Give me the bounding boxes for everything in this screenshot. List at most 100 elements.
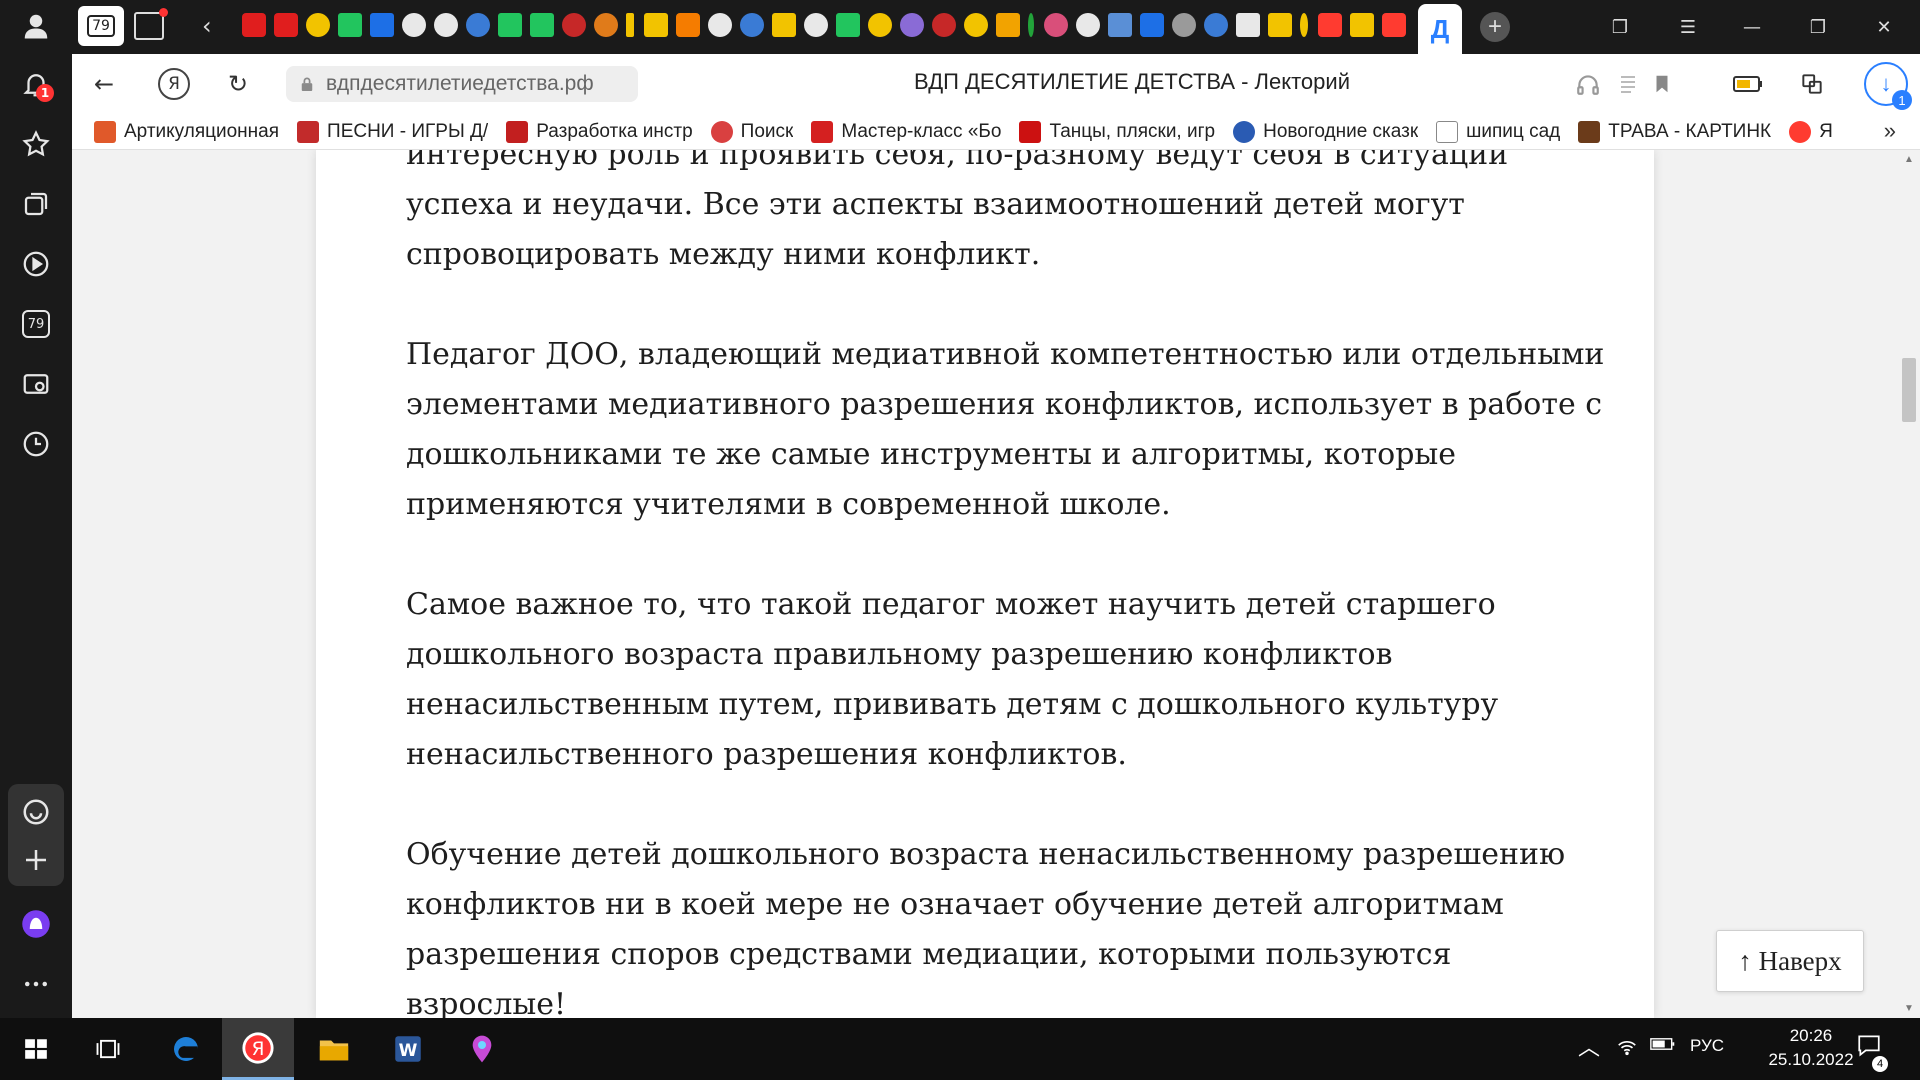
- tab-car-icon[interactable]: [932, 13, 956, 37]
- screenshot-camera-icon[interactable]: [14, 362, 58, 406]
- tab-play-icon[interactable]: [868, 13, 892, 37]
- tab-mail-icon[interactable]: [996, 13, 1020, 37]
- tab-blogger-icon[interactable]: [676, 13, 700, 37]
- tab-envelope-icon[interactable]: [1108, 13, 1132, 37]
- tab-flower-icon[interactable]: [1044, 13, 1068, 37]
- reload-icon[interactable]: ↻: [222, 68, 254, 100]
- tab-play-icon[interactable]: [306, 13, 330, 37]
- scroll-up-arrow-icon[interactable]: ▲: [1904, 154, 1914, 165]
- tab-apple-icon[interactable]: [562, 13, 586, 37]
- bookmark-item[interactable]: ТРАВА - КАРТИНК: [1578, 120, 1771, 143]
- tab-play-icon[interactable]: [964, 13, 988, 37]
- headphones-icon[interactable]: [1572, 68, 1604, 100]
- edge-browser-icon[interactable]: [150, 1018, 222, 1080]
- scroll-down-arrow-icon[interactable]: ▼: [1904, 1003, 1914, 1014]
- bookmark-item[interactable]: Я: [1789, 120, 1833, 143]
- tab-info-icon[interactable]: [626, 13, 634, 37]
- collections-icon[interactable]: [14, 182, 58, 226]
- bookmarks-star-icon[interactable]: [14, 122, 58, 166]
- page-scrollbar[interactable]: ▲ ▼: [1898, 150, 1920, 1018]
- more-dots-icon[interactable]: [14, 962, 58, 1006]
- bookmark-item[interactable]: шипиц сад: [1436, 120, 1560, 143]
- tab-t-logo-icon[interactable]: [1076, 13, 1100, 37]
- bookmark-item[interactable]: Мастер-класс «Бо: [811, 120, 1001, 143]
- tab-chat-icon[interactable]: [1140, 13, 1164, 37]
- tab-check-icon[interactable]: [836, 13, 860, 37]
- bookmark-item[interactable]: ПЕСНИ - ИГРЫ Д/: [297, 120, 488, 143]
- profile-icon[interactable]: [14, 4, 58, 48]
- bookmarks-more-chevron-icon[interactable]: »: [1884, 118, 1896, 144]
- back-arrow-icon[interactable]: ←: [88, 68, 120, 100]
- tab-yandex-icon[interactable]: [1382, 13, 1406, 37]
- tab-image-icon[interactable]: [1268, 13, 1292, 37]
- scroll-tabs-left-icon[interactable]: ‹: [202, 12, 212, 40]
- tab-t-logo-icon[interactable]: [804, 13, 828, 37]
- tab-image-icon[interactable]: [1350, 13, 1374, 37]
- bookmark-item[interactable]: Поиск: [710, 120, 793, 143]
- tray-expand-chevron-icon[interactable]: ︿: [1578, 1030, 1600, 1062]
- add-panel-plus-icon[interactable]: [14, 838, 58, 882]
- tab-t-logo-icon[interactable]: [708, 13, 732, 37]
- tab-check-icon[interactable]: [530, 13, 554, 37]
- notifications-badge: 1: [36, 84, 54, 102]
- tab-info-icon[interactable]: [1028, 13, 1034, 37]
- extensions-icon[interactable]: [1796, 68, 1828, 100]
- yandex-browser-taskbar-icon[interactable]: Я: [222, 1018, 294, 1080]
- new-tab-group-icon[interactable]: [134, 8, 168, 40]
- history-clock-icon[interactable]: [14, 422, 58, 466]
- tab-blue-swoosh-icon[interactable]: [740, 13, 764, 37]
- tab-image-icon[interactable]: [772, 13, 796, 37]
- scrollbar-thumb[interactable]: [1902, 358, 1916, 422]
- windows-start-icon[interactable]: [0, 1018, 72, 1080]
- maps-pin-app-icon[interactable]: [446, 1018, 518, 1080]
- tab-yandex-icon[interactable]: [1318, 13, 1342, 37]
- reader-mode-icon[interactable]: [1612, 68, 1644, 100]
- browser-menu-icon[interactable]: ☰: [1668, 12, 1708, 42]
- restore-window-icon[interactable]: ❐: [1798, 12, 1838, 42]
- tab-check-icon[interactable]: [338, 13, 362, 37]
- bookmark-item[interactable]: Разработка инстр: [506, 120, 693, 143]
- video-play-icon[interactable]: [14, 242, 58, 286]
- tab-blue-swoosh-icon[interactable]: [466, 13, 490, 37]
- url-field[interactable]: вдпдесятилетиедетства.рф: [286, 66, 638, 102]
- tabs-counter-icon[interactable]: 79: [14, 302, 58, 346]
- tab-image-icon[interactable]: [644, 13, 668, 37]
- bookmark-flag-icon[interactable]: [1646, 68, 1678, 100]
- scroll-to-top-button[interactable]: ↑ Наверх: [1716, 930, 1864, 992]
- word-app-icon[interactable]: W: [372, 1018, 444, 1080]
- task-view-icon[interactable]: [72, 1018, 144, 1080]
- tab-wordpress-icon[interactable]: [402, 13, 426, 37]
- tab-youtube-icon[interactable]: [242, 13, 266, 37]
- bookmark-item[interactable]: Танцы, пляски, игр: [1019, 120, 1215, 143]
- tab-wordpress-icon[interactable]: [434, 13, 458, 37]
- file-explorer-icon[interactable]: [298, 1018, 370, 1080]
- close-window-icon[interactable]: ✕: [1864, 12, 1904, 42]
- tab-collections-icon[interactable]: ❐: [1600, 12, 1640, 42]
- downloads-icon[interactable]: ↓ 1: [1864, 62, 1912, 110]
- tab-shield-icon[interactable]: [370, 13, 394, 37]
- active-tab[interactable]: Д: [1418, 4, 1462, 54]
- battery-saver-icon[interactable]: [1732, 68, 1764, 100]
- new-tab-plus-icon[interactable]: +: [1480, 12, 1510, 42]
- tab-pizza-icon[interactable]: [594, 13, 618, 37]
- tab-blue-swoosh-icon[interactable]: [1204, 13, 1228, 37]
- bookmark-item[interactable]: Новогодние сказк: [1233, 120, 1418, 143]
- tab-gray-icon[interactable]: [1172, 13, 1196, 37]
- bookmark-favicon-icon: [94, 120, 116, 143]
- tab-check-icon[interactable]: [498, 13, 522, 37]
- tabs-home-button[interactable]: 79: [78, 6, 124, 46]
- alice-assistant-icon[interactable]: [14, 902, 58, 946]
- input-language[interactable]: РУС: [1690, 1036, 1724, 1056]
- minimize-window-icon[interactable]: —: [1732, 12, 1772, 42]
- wifi-icon[interactable]: [1616, 1036, 1638, 1063]
- url-text: вдпдесятилетиедетства.рф: [326, 72, 594, 95]
- tab-person-icon[interactable]: [900, 13, 924, 37]
- tab-mountain-icon[interactable]: [1236, 13, 1260, 37]
- yandex-logo-icon[interactable]: Я: [158, 68, 190, 100]
- battery-icon[interactable]: [1650, 1036, 1676, 1057]
- assistant-ring-icon[interactable]: [14, 790, 58, 834]
- notifications-bell-icon[interactable]: 1: [14, 62, 58, 106]
- tab-info-icon[interactable]: [1300, 13, 1308, 37]
- bookmark-item[interactable]: Артикуляционная: [94, 120, 279, 143]
- tab-youtube-icon[interactable]: [274, 13, 298, 37]
